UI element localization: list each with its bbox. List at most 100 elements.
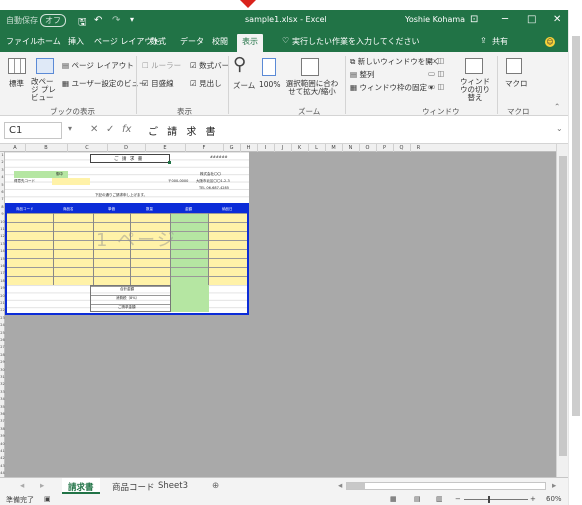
column-header-p[interactable]: P	[376, 144, 393, 152]
gridlines-checkbox[interactable]: ☑ 目盛線	[142, 78, 174, 89]
cancel-icon[interactable]: ✕	[90, 124, 98, 135]
name-box-dropdown-icon[interactable]: ▾	[68, 124, 72, 133]
custom-views-button[interactable]: ▦ ユーザー設定のビュー	[62, 78, 146, 89]
row-header[interactable]: 23	[0, 315, 5, 322]
zoom-100-button[interactable]: 100%	[259, 80, 280, 89]
vertical-scrollbar[interactable]	[556, 144, 568, 477]
page-layout-status-icon[interactable]: ▤	[414, 495, 421, 503]
zoom-button[interactable]: ズーム	[233, 80, 255, 91]
horizontal-scrollbar[interactable]	[346, 482, 546, 490]
row-header[interactable]: 31	[0, 374, 5, 381]
column-header-j[interactable]: J	[274, 144, 291, 152]
arrange-all-button[interactable]: ▤ 整列	[350, 69, 374, 80]
formula-input[interactable]: ご 請 求 書	[148, 123, 219, 138]
headings-checkbox[interactable]: ☑ 見出し	[190, 78, 222, 89]
undo-icon[interactable]: ↶	[94, 15, 102, 26]
split-icon[interactable]: ▭ ◫	[428, 56, 445, 65]
zoom-in-icon[interactable]: +	[530, 495, 536, 503]
page-break-preview-button[interactable]: 改ページ プレビュー	[31, 78, 59, 102]
row-header[interactable]: 24	[0, 322, 5, 329]
column-header-c[interactable]: C	[67, 144, 107, 152]
row-header[interactable]: 36	[0, 411, 5, 418]
tell-me-input[interactable]: 実行したい作業を入力してください	[292, 36, 420, 47]
row-header[interactable]: 43	[0, 463, 5, 470]
customize-qat-icon[interactable]: ▾	[130, 15, 134, 24]
freeze-panes-button[interactable]: ▦ ウィンドウ枠の固定 ▾	[350, 82, 433, 93]
insert-function-icon[interactable]: fx	[122, 124, 131, 135]
share-icon[interactable]: ⇪	[480, 36, 487, 45]
hide-icon[interactable]: ▭ ◫	[428, 69, 445, 78]
name-box[interactable]: C1	[4, 122, 62, 139]
column-header-l[interactable]: L	[308, 144, 325, 152]
fill-handle[interactable]	[168, 161, 171, 164]
share-button[interactable]: 共有	[492, 36, 508, 47]
tab-formulas[interactable]: 数式	[150, 36, 166, 47]
outer-scrollbar[interactable]	[568, 10, 582, 505]
row-header[interactable]: 39	[0, 433, 5, 440]
macro-record-icon[interactable]: ▣	[44, 495, 51, 503]
hscroll-right-icon[interactable]: ▸	[546, 478, 562, 494]
tab-file[interactable]: ファイル	[6, 36, 38, 47]
tab-insert[interactable]: 挿入	[68, 36, 84, 47]
page-break-status-icon[interactable]: ▥	[436, 495, 443, 503]
save-icon[interactable]: 🖫	[78, 15, 87, 32]
customer-code-cell[interactable]	[52, 178, 90, 185]
tab-review[interactable]: 校閲	[212, 36, 228, 47]
column-header-m[interactable]: M	[325, 144, 342, 152]
zoom-level[interactable]: 60%	[546, 495, 562, 503]
worksheet-grid[interactable]: ABCDEFGHIJKLMNOPQR 1 2 3 4 5 6 7 8 9 10 11 12 13 14 15…	[0, 144, 568, 477]
column-header-h[interactable]: H	[240, 144, 257, 152]
tab-home[interactable]: ホーム	[37, 36, 61, 47]
row-header[interactable]: 33	[0, 389, 5, 396]
unhide-icon[interactable]: ▭ ◫	[428, 82, 445, 91]
zoom-selection-icon[interactable]	[301, 58, 319, 76]
column-header-n[interactable]: N	[342, 144, 359, 152]
tab-view[interactable]: 表示	[237, 34, 263, 52]
zoom-to-selection-button[interactable]: 選択範囲に合わせて拡大/縮小	[283, 80, 341, 96]
page-break-preview-icon[interactable]	[36, 58, 54, 74]
row-header[interactable]: 40	[0, 441, 5, 448]
outer-scroll-thumb[interactable]	[572, 36, 580, 416]
column-header-o[interactable]: O	[359, 144, 376, 152]
close-icon[interactable]: ✕	[553, 14, 561, 25]
column-header-q[interactable]: Q	[393, 144, 410, 152]
ribbon-display-options-icon[interactable]: ⊡	[470, 14, 478, 25]
row-header[interactable]: 41	[0, 448, 5, 455]
ruler-checkbox[interactable]: ☐ ルーラー	[142, 60, 181, 71]
page-layout-view-button[interactable]: ▤ ページ レイアウト	[62, 60, 134, 71]
row-header[interactable]: 32	[0, 381, 5, 388]
column-header-r[interactable]: R	[410, 144, 427, 152]
normal-view-button[interactable]: 標準	[9, 78, 24, 89]
row-header[interactable]: 29	[0, 359, 5, 366]
enter-icon[interactable]: ✓	[106, 124, 114, 135]
column-header-e[interactable]: E	[145, 144, 185, 152]
tab-data[interactable]: データ	[180, 36, 204, 47]
maximize-icon[interactable]: □	[527, 14, 536, 25]
row-header[interactable]: 26	[0, 337, 5, 344]
row-header[interactable]: 30	[0, 367, 5, 374]
switch-windows-icon[interactable]	[465, 58, 483, 74]
prev-sheet-icon[interactable]: ◂	[14, 478, 30, 494]
minimize-icon[interactable]: ─	[502, 14, 508, 25]
zoom-slider[interactable]	[464, 499, 528, 500]
formula-bar-checkbox[interactable]: ☑ 数式バー	[190, 60, 229, 71]
zoom-slider-thumb[interactable]	[488, 496, 490, 503]
macro-button[interactable]: マクロ	[505, 78, 528, 89]
sheet-tab-sheet3[interactable]: Sheet3	[152, 478, 194, 494]
switch-windows-button[interactable]: ウィンドウの切り替え	[459, 78, 491, 102]
row-header[interactable]: 37	[0, 418, 5, 425]
user-name[interactable]: Yoshie Kohama	[405, 15, 465, 24]
row-header[interactable]: 38	[0, 426, 5, 433]
column-header-g[interactable]: G	[223, 144, 240, 152]
row-header[interactable]: 35	[0, 404, 5, 411]
new-window-button[interactable]: ⧉ 新しいウィンドウを開く	[350, 56, 440, 67]
smiley-icon[interactable]: ☺	[545, 37, 555, 47]
expand-formula-icon[interactable]: ⌄	[556, 124, 563, 133]
vertical-scroll-thumb[interactable]	[559, 156, 567, 456]
column-header-i[interactable]: I	[257, 144, 274, 152]
normal-view-icon[interactable]	[8, 58, 26, 74]
autosave-toggle[interactable]: オフ	[40, 14, 66, 27]
zoom-out-icon[interactable]: −	[455, 495, 461, 503]
column-header-a[interactable]: A	[5, 144, 25, 152]
zoom-100-icon[interactable]	[262, 58, 276, 76]
